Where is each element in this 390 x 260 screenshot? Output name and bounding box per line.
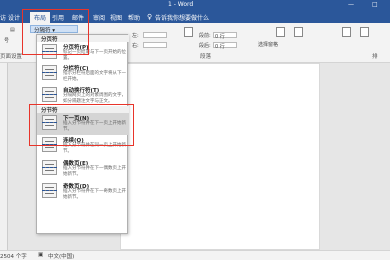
menu-item-continuous[interactable]: 连续(O) 插入分节符并在同一页上开始新节。 bbox=[37, 135, 129, 157]
breaks-menu: 分页符 分页符(P) 标记一页结束与下一页开始的位置。 分栏符(C) 指示分栏符… bbox=[36, 34, 129, 234]
menu-item-desc: 插入分节符并在下一页上开始新节。 bbox=[63, 121, 126, 132]
column-break-icon bbox=[42, 65, 57, 80]
group-icon[interactable] bbox=[360, 27, 369, 37]
indent-right-label: 右: bbox=[132, 43, 139, 49]
window-title: 1 - Word bbox=[168, 1, 194, 8]
spacing-after-value: 0 行 bbox=[215, 44, 225, 50]
tab-layout[interactable]: 布局 bbox=[30, 12, 51, 23]
section-breaks-header: 分节符 bbox=[37, 106, 129, 114]
menu-item-desc: 标记一页结束与下一页开始的位置。 bbox=[63, 50, 126, 61]
word-count[interactable]: 2504 个字 bbox=[0, 252, 27, 260]
menu-item-desc: 插入分节符并在同一页上开始新节。 bbox=[63, 143, 126, 154]
indent-right-input[interactable] bbox=[143, 42, 167, 48]
page-setup-icon[interactable]: ▤ bbox=[10, 27, 15, 33]
tab-references[interactable]: 引用 bbox=[52, 13, 64, 22]
page-setup-group-label: 页面设置 bbox=[0, 54, 23, 60]
breaks-button[interactable]: 分隔符 ▾ bbox=[30, 25, 78, 34]
even-page-icon bbox=[42, 160, 57, 175]
odd-page-icon bbox=[42, 183, 57, 198]
text-wrapping-icon bbox=[42, 87, 57, 102]
status-bar: 2504 个字 ▣ 中文(中国) bbox=[0, 250, 390, 260]
spacing-after-label: 段后: bbox=[199, 43, 211, 49]
menu-item-desc: 指示分栏符后面的文字将从下一栏开始。 bbox=[63, 71, 126, 82]
number-label: 号 bbox=[4, 38, 10, 44]
page-breaks-header: 分页符 bbox=[37, 35, 129, 43]
menu-item-page-break[interactable]: 分页符(P) 标记一页结束与下一页开始的位置。 bbox=[37, 42, 129, 63]
align-icon[interactable] bbox=[342, 27, 351, 37]
tab-mailings[interactable]: 邮件 bbox=[72, 13, 84, 22]
spacing-before-label: 段前: bbox=[199, 33, 211, 39]
indent-left-input[interactable] bbox=[143, 32, 167, 38]
document-page[interactable] bbox=[120, 63, 320, 250]
lightbulb-icon[interactable]: ♀ bbox=[147, 13, 152, 21]
maximize-button[interactable]: □ bbox=[372, 1, 378, 8]
menu-item-desc: 分隔网页上的对象周围的文字，如分隔题注文字与正文。 bbox=[63, 93, 126, 104]
tab-design[interactable]: 设计 bbox=[8, 13, 20, 22]
position-icon[interactable] bbox=[184, 27, 193, 37]
title-bar: 1 - Word — □ bbox=[0, 0, 390, 11]
vertical-ruler bbox=[0, 63, 8, 250]
selection-pane-button[interactable]: 选择窗格 bbox=[258, 41, 278, 48]
spacing-before-value: 0 行 bbox=[215, 34, 225, 40]
tab-help[interactable]: 帮助 bbox=[128, 13, 140, 22]
page-break-icon bbox=[42, 44, 57, 59]
menu-item-next-page[interactable]: 下一页(N) 插入分节符并在下一页上开始新节。 bbox=[37, 113, 129, 135]
bring-forward-icon[interactable] bbox=[294, 27, 303, 37]
wrap-text-icon[interactable] bbox=[276, 27, 285, 37]
menu-item-desc: 插入分节符并在下一奇数页上开始新节。 bbox=[63, 189, 126, 200]
menu-item-odd-page[interactable]: 奇数页(D) 插入分节符并在下一奇数页上开始新节。 bbox=[37, 181, 129, 203]
language-status[interactable]: 中文(中国) bbox=[48, 252, 74, 260]
tab-view[interactable]: 视图 bbox=[110, 13, 122, 22]
continuous-icon bbox=[42, 137, 57, 152]
minimize-button[interactable]: — bbox=[348, 1, 354, 8]
paragraph-group-label: 段落 bbox=[200, 54, 212, 60]
tell-me-search[interactable]: 告诉我你想要做什么 bbox=[155, 13, 209, 22]
indent-left-label: 左: bbox=[132, 33, 139, 39]
menu-item-column-break[interactable]: 分栏符(C) 指示分栏符后面的文字将从下一栏开始。 bbox=[37, 63, 129, 85]
tab-review[interactable]: 审阅 bbox=[93, 13, 105, 22]
menu-item-text-wrapping[interactable]: 自动换行符(T) 分隔网页上的对象周围的文字，如分隔题注文字与正文。 bbox=[37, 85, 129, 107]
tab-view-partial[interactable]: 访 bbox=[0, 13, 6, 22]
arrange-group-label: 排 bbox=[372, 54, 378, 60]
menu-item-even-page[interactable]: 偶数页(E) 插入分节符并在下一偶数页上开始新节。 bbox=[37, 158, 129, 180]
proofing-icon[interactable]: ▣ bbox=[38, 252, 43, 258]
next-page-icon bbox=[42, 115, 57, 130]
menu-item-desc: 插入分节符并在下一偶数页上开始新节。 bbox=[63, 166, 126, 177]
